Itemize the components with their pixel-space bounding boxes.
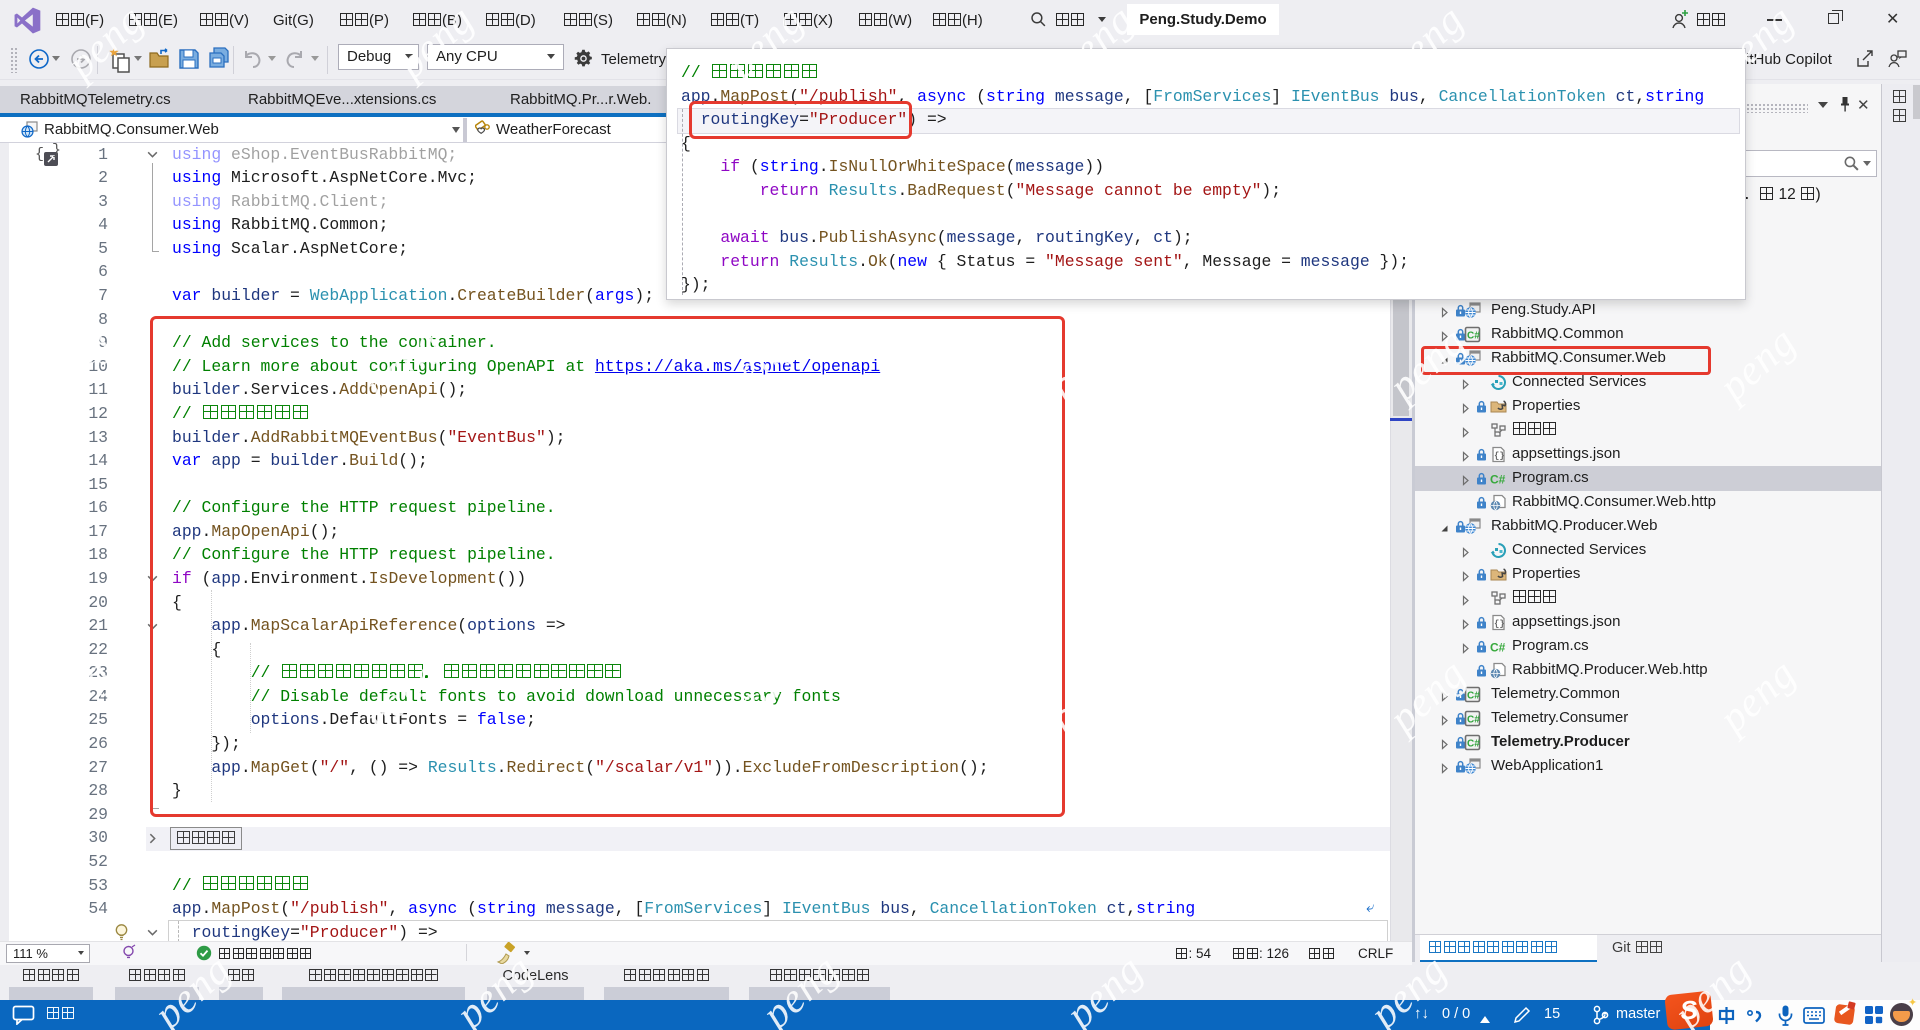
svg-text:C#: C# [1490,473,1506,487]
svg-text:{}: {} [1494,619,1505,629]
svg-text:{}: {} [1494,451,1505,461]
svg-text:C#: C# [1467,715,1480,726]
svg-text:C#: C# [1490,641,1506,655]
svg-text:C#: C# [1467,739,1480,750]
svg-text:C#: C# [1467,331,1480,342]
svg-text:C#: C# [1467,691,1480,702]
